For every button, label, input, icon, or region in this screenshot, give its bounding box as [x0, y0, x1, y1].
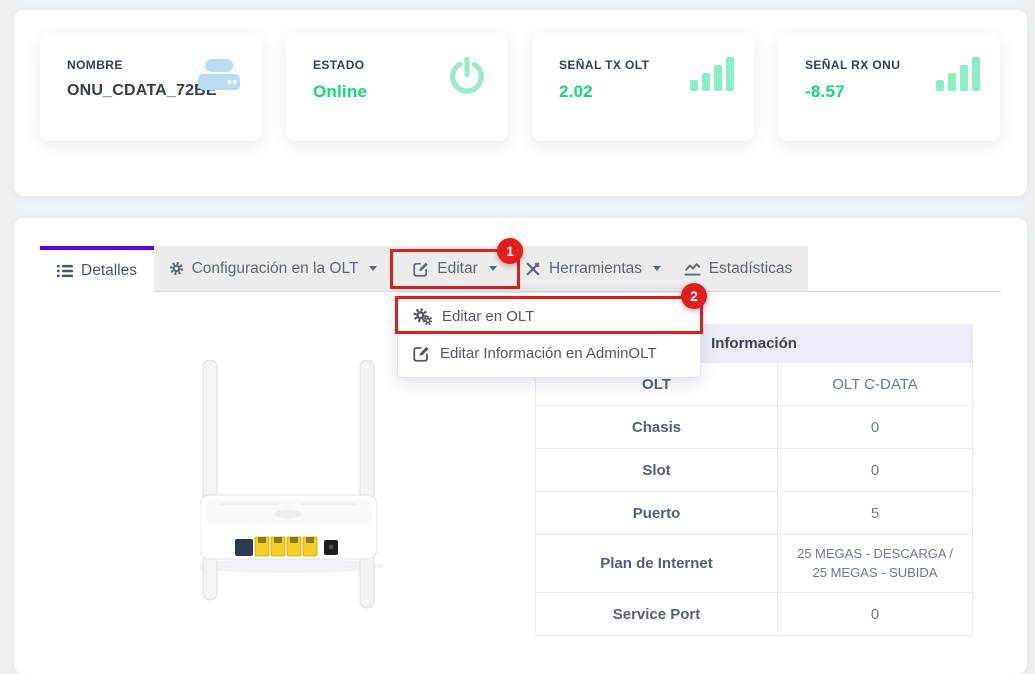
menu-item-editar-info-adminolt[interactable]: Editar Información en AdminOLT: [398, 335, 700, 372]
chart-line-icon: [684, 261, 701, 276]
stat-card-nombre: NOMBRE ONU_CDATA_72BE: [40, 33, 262, 141]
table-row-plan-internet: Plan de Internet 25 MEGAS - DESCARGA / 2…: [536, 534, 972, 592]
onu-product-image: [200, 360, 384, 612]
table-row-service-port: Service Port 0: [536, 592, 972, 635]
rx-signal-value: -8.57: [805, 82, 845, 102]
table-row-slot: Slot 0: [536, 448, 972, 491]
editar-dropdown-menu: Editar en OLT 2 Editar Información en Ad…: [397, 292, 701, 378]
tab-editar[interactable]: Editar 1: [392, 246, 518, 291]
chevron-down-icon: [369, 266, 377, 271]
onu-name-value: ONU_CDATA_72BE: [67, 82, 217, 100]
tabbar: Detalles Configuración en la OLT: [40, 246, 808, 292]
menu-item-label: Editar Información en AdminOLT: [440, 345, 657, 362]
tab-herramientas[interactable]: Herramientas: [518, 246, 668, 291]
cogs-icon: [413, 308, 432, 325]
stat-card-estado: ESTADO Online: [286, 33, 508, 141]
tab-label: Detalles: [81, 262, 137, 280]
router-box-icon: [196, 55, 242, 93]
signal-bars-icon: [936, 55, 980, 91]
gear-icon: [169, 261, 184, 276]
stat-label: NOMBRE: [67, 58, 123, 72]
stat-label: SEÑAL RX ONU: [805, 58, 900, 72]
edit-icon: [413, 261, 429, 277]
edit-icon: [413, 345, 430, 362]
power-icon: [446, 55, 488, 97]
menu-item-label: Editar en OLT: [442, 308, 534, 325]
tab-label: Estadísticas: [709, 260, 793, 278]
chevron-down-icon: [489, 266, 497, 271]
onu-detail-screen: NOMBRE ONU_CDATA_72BE ESTADO Online: [0, 0, 1035, 674]
tab-label: Configuración en la OLT: [192, 260, 359, 278]
menu-item-editar-en-olt[interactable]: Editar en OLT 2: [398, 298, 700, 335]
tools-icon: [525, 261, 541, 277]
stat-card-senal-tx: SEÑAL TX OLT 2.02: [532, 33, 754, 141]
tab-estadisticas[interactable]: Estadísticas: [668, 246, 808, 291]
detail-panel: Detalles Configuración en la OLT: [14, 218, 1027, 674]
list-icon: [57, 264, 73, 278]
signal-bars-icon: [690, 55, 734, 91]
stat-label: SEÑAL TX OLT: [559, 58, 649, 72]
tab-detalles[interactable]: Detalles: [40, 246, 154, 292]
table-row-chasis: Chasis 0: [536, 405, 972, 448]
tab-label: Editar: [437, 260, 478, 278]
stat-label: ESTADO: [313, 58, 365, 72]
tab-configuracion-olt[interactable]: Configuración en la OLT: [154, 246, 392, 291]
onu-status-value: Online: [313, 82, 367, 102]
chevron-down-icon: [653, 266, 661, 271]
tab-label: Herramientas: [549, 260, 642, 278]
tx-signal-value: 2.02: [559, 82, 593, 102]
stats-panel: NOMBRE ONU_CDATA_72BE ESTADO Online: [14, 10, 1027, 196]
stat-card-senal-rx: SEÑAL RX ONU -8.57: [778, 33, 1000, 141]
table-row-puerto: Puerto 5: [536, 491, 972, 534]
